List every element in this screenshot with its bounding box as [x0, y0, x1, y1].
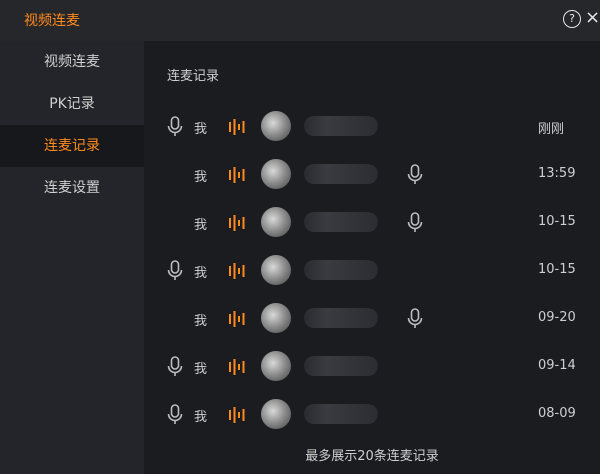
blurred-username — [304, 260, 378, 280]
footer-note: 最多展示20条连麦记录 — [305, 449, 439, 464]
microphone-icon — [406, 308, 424, 330]
record-row: 我 13:59 — [144, 155, 600, 195]
blurred-username — [304, 116, 378, 136]
record-row: 我 09-20 — [144, 299, 600, 339]
me-label: 我 — [194, 410, 208, 425]
audio-wave-icon — [228, 262, 246, 280]
me-label: 我 — [194, 266, 208, 281]
sidebar: 视频连麦 PK记录 连麦记录 连麦设置 — [0, 41, 144, 474]
record-row: 我 10-15 — [144, 251, 600, 291]
audio-wave-icon — [228, 118, 246, 136]
avatar[interactable] — [261, 111, 291, 141]
me-label: 我 — [194, 122, 208, 137]
audio-wave-icon — [228, 406, 246, 424]
avatar[interactable] — [261, 351, 291, 381]
avatar[interactable] — [261, 303, 291, 333]
me-label: 我 — [194, 218, 208, 233]
microphone-icon — [166, 260, 184, 282]
audio-wave-icon — [228, 214, 246, 232]
audio-wave-icon — [228, 310, 246, 328]
window-title: 视频连麦 — [24, 13, 80, 29]
record-row: 我 08-09 — [144, 395, 600, 435]
record-time: 09-14 — [538, 358, 576, 373]
main-content: 连麦记录 我刚刚我 13:59 我 10-15 我 10-15 我 09-20 我 09-14 我 0… — [144, 41, 600, 474]
avatar[interactable] — [261, 207, 291, 237]
blurred-username — [304, 164, 378, 184]
record-time: 10-15 — [538, 262, 576, 277]
sidebar-item-link-settings[interactable]: 连麦设置 — [0, 167, 144, 209]
record-time: 13:59 — [538, 166, 576, 181]
avatar[interactable] — [261, 159, 291, 189]
audio-wave-icon — [228, 166, 246, 184]
blurred-username — [304, 308, 378, 328]
record-row: 我 09-14 — [144, 347, 600, 387]
sidebar-item-pk-records[interactable]: PK记录 — [0, 83, 144, 125]
microphone-icon — [166, 404, 184, 426]
record-time: 09-20 — [538, 310, 576, 325]
blurred-username — [304, 212, 378, 232]
help-button[interactable]: ? — [563, 10, 581, 28]
microphone-icon — [406, 164, 424, 186]
me-label: 我 — [194, 170, 208, 185]
microphone-icon — [166, 116, 184, 138]
title-bar: 视频连麦 ? × — [0, 0, 600, 41]
me-label: 我 — [194, 362, 208, 377]
record-row: 我 10-15 — [144, 203, 600, 243]
avatar[interactable] — [261, 399, 291, 429]
record-time: 08-09 — [538, 406, 576, 421]
sidebar-item-video-link[interactable]: 视频连麦 — [0, 41, 144, 83]
blurred-username — [304, 356, 378, 376]
close-button[interactable]: × — [585, 8, 600, 28]
me-label: 我 — [194, 314, 208, 329]
microphone-icon — [406, 212, 424, 234]
avatar[interactable] — [261, 255, 291, 285]
record-row: 我 刚刚 — [144, 107, 600, 147]
blurred-username — [304, 404, 378, 424]
audio-wave-icon — [228, 358, 246, 376]
record-time: 10-15 — [538, 214, 576, 229]
record-time: 刚刚 — [538, 122, 565, 137]
microphone-icon — [166, 356, 184, 378]
sidebar-item-link-records[interactable]: 连麦记录 — [0, 125, 144, 167]
section-title: 连麦记录 — [167, 69, 220, 84]
